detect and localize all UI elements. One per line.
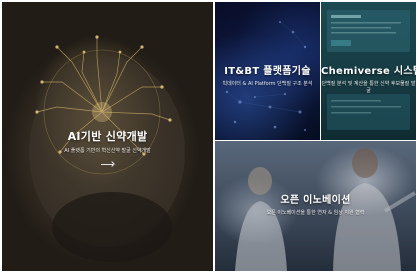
chemiverse-card-description: 단백질 분석 및 계산을 통한 신약 후보물질 발굴: [321, 81, 416, 94]
itbt-card-description: 빅데이터 & AI Platform 단백질 구조 분석: [222, 81, 313, 87]
ai-card-description: AI 플랫폼 기반의 혁신신약 발굴 신약개발: [64, 148, 151, 154]
ai-card-caption: AI기반 신약개발 AI 플랫폼 기반의 혁신신약 발굴 신약개발: [2, 128, 213, 167]
open-card-description: 오픈 이노베이션을 통한 연자 & 임상 지원 협력: [266, 210, 365, 216]
itbt-card-caption: IT&BT 플랫폼기술 빅데이터 & AI Platform 단백질 구조 분석: [215, 62, 320, 87]
chemiverse-system-card[interactable]: Chemiverse 시스템 단백질 분석 및 계산을 통한 신약 후보물질 발…: [321, 2, 416, 140]
arrow-right-icon[interactable]: [100, 161, 115, 167]
open-innovation-card[interactable]: 오픈 이노베이션 오픈 이노베이션을 통한 연자 & 임상 지원 협력: [215, 141, 416, 271]
itbt-platform-card[interactable]: IT&BT 플랫폼기술 빅데이터 & AI Platform 단백질 구조 분석: [215, 2, 320, 140]
open-card-title: 오픈 이노베이션: [280, 195, 351, 206]
open-card-caption: 오픈 이노베이션 오픈 이노베이션을 통한 연자 & 임상 지원 협력: [215, 191, 416, 216]
ai-card-title: AI기반 신약개발: [67, 130, 148, 143]
chemiverse-card-title: Chemiverse 시스템: [321, 66, 416, 77]
chemiverse-card-caption: Chemiverse 시스템 단백질 분석 및 계산을 통한 신약 후보물질 발…: [321, 62, 416, 94]
itbt-card-title: IT&BT 플랫폼기술: [224, 66, 311, 77]
ai-drug-development-card[interactable]: AI기반 신약개발 AI 플랫폼 기반의 혁신신약 발굴 신약개발: [2, 2, 213, 271]
